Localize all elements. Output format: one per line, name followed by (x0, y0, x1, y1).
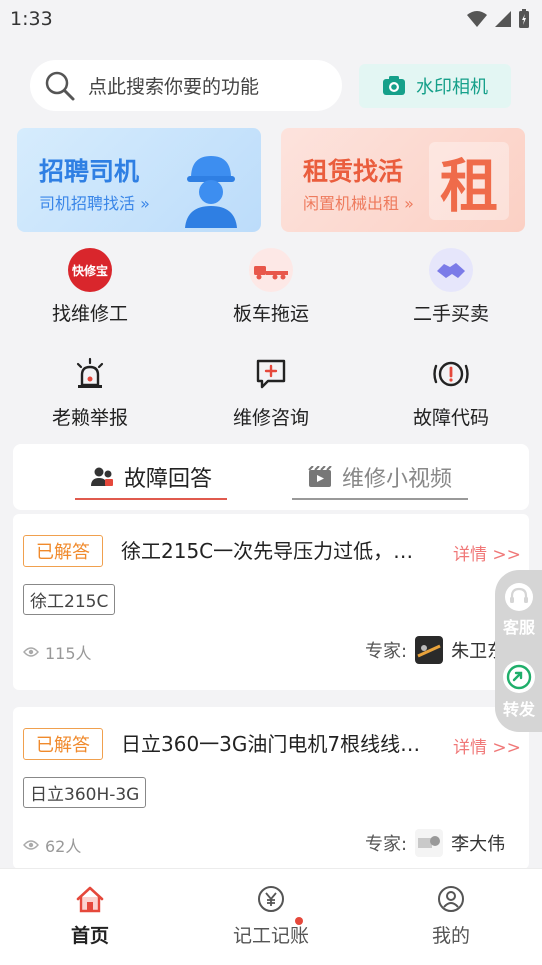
service-repair-consult[interactable]: 维修咨询 (196, 350, 346, 434)
expert-label: 专家: (365, 834, 408, 855)
tab-fault-answers[interactable]: 故障回答 (75, 456, 227, 500)
search-input[interactable]: 点此搜索你要的功能 (30, 60, 342, 111)
eye-icon (23, 840, 39, 850)
expert-label: 专家: (365, 641, 408, 662)
status-icons (466, 9, 530, 29)
watermark-camera-button[interactable]: 水印相机 (359, 64, 511, 108)
yen-coin-icon (258, 886, 284, 912)
search-placeholder: 点此搜索你要的功能 (88, 76, 260, 98)
detail-link[interactable]: 详情 >> (453, 540, 521, 565)
service-label: 找维修工 (51, 303, 128, 325)
avatar (415, 829, 444, 857)
view-count-text: 62人 (45, 837, 82, 856)
service-debtor-report[interactable]: 老赖举报 (15, 350, 165, 434)
hire-driver-banner[interactable]: 招聘司机 司机招聘找活 » (17, 128, 261, 232)
service-label: 二手买卖 (412, 303, 489, 325)
kuaixiubao-logo-icon: 快修宝 (66, 246, 114, 294)
view-count: 62人 (23, 833, 81, 857)
service-flatbed-towing[interactable]: 板车拖运 (196, 246, 346, 330)
floating-action-panel: 客服 转发 (495, 570, 542, 732)
flatbed-truck-icon (247, 246, 295, 294)
tab-home[interactable]: 首页 (30, 885, 150, 948)
search-row: 点此搜索你要的功能 水印相机 (30, 60, 514, 112)
search-icon (45, 71, 75, 100)
user-icon (438, 886, 464, 912)
rent-subtitle: 闲置机械出租 » (303, 194, 414, 213)
handshake-icon (427, 246, 475, 294)
hire-driver-subtitle: 司机招聘找活 » (39, 194, 150, 213)
headset-icon (505, 583, 533, 611)
worker-helmet-icon (185, 156, 237, 228)
answered-badge: 已解答 (23, 728, 103, 760)
rent-badge-icon: 租 (429, 142, 509, 220)
service-find-repairer[interactable]: 快修宝 找维修工 (15, 246, 165, 330)
watermark-camera-label: 水印相机 (416, 77, 488, 98)
expert-name: 李大伟 (451, 834, 506, 855)
fault-alert-icon (427, 350, 475, 398)
tab-mine[interactable]: 我的 (391, 885, 511, 948)
tab-label: 故障回答 (123, 467, 212, 492)
avatar (415, 636, 444, 664)
question-title: 徐工215C一次先导压力过低，… (121, 539, 414, 563)
question-title: 日立360一3G油门电机7根线线… (121, 732, 421, 756)
status-time: 1:33 (10, 8, 53, 30)
answered-badge: 已解答 (23, 535, 103, 567)
service-label: 故障代码 (412, 407, 489, 429)
service-second-hand[interactable]: 二手买卖 (376, 246, 526, 330)
camera-icon (383, 76, 405, 95)
alarm-light-icon (66, 350, 114, 398)
share-button[interactable]: 转发 (495, 660, 542, 720)
eye-icon (23, 647, 39, 657)
view-count: 115人 (23, 640, 92, 664)
question-card[interactable]: 已解答 徐工215C一次先导压力过低，… 详情 >> 徐工215C 115人 专… (13, 514, 529, 690)
share-icon (503, 661, 535, 693)
status-bar: 1:33 (0, 0, 542, 38)
service-label: 老赖举报 (51, 407, 128, 429)
tab-work-accounting[interactable]: 记工记账 (211, 885, 331, 948)
signal-icon (495, 11, 511, 27)
battery-icon (519, 9, 529, 28)
home-icon (76, 886, 104, 913)
expert-info: 专家: 李大伟 (365, 827, 505, 859)
expert-info: 专家: 朱卫东 (365, 634, 505, 666)
rent-title: 租赁找活 (303, 157, 404, 186)
bottom-tab-bar: 首页 记工记账 我的 (0, 868, 542, 965)
kuaixiubao-logo-text: 快修宝 (72, 263, 108, 278)
chat-plus-icon (247, 350, 295, 398)
question-card[interactable]: 已解答 日立360一3G油门电机7根线线… 详情 >> 日立360H-3G 62… (13, 707, 529, 869)
share-label: 转发 (502, 700, 535, 719)
users-icon (90, 467, 113, 486)
service-label: 维修咨询 (232, 407, 309, 429)
notification-dot (295, 917, 303, 925)
model-tag: 日立360H-3G (23, 777, 147, 808)
service-label: 板车拖运 (232, 303, 309, 325)
customer-service-label: 客服 (502, 618, 535, 637)
service-fault-code[interactable]: 故障代码 (376, 350, 526, 434)
qa-tabs: 故障回答 维修小视频 (13, 444, 529, 510)
model-tag: 徐工215C (23, 584, 116, 615)
hire-driver-title: 招聘司机 (39, 157, 140, 186)
tab-label: 维修小视频 (341, 467, 452, 492)
rent-banner[interactable]: 租赁找活 闲置机械出租 » 租 (281, 128, 525, 232)
view-count-text: 115人 (45, 644, 92, 663)
tab-label: 首页 (70, 925, 109, 947)
wifi-icon (467, 11, 487, 27)
tab-label: 我的 (431, 925, 470, 947)
tab-repair-videos[interactable]: 维修小视频 (292, 456, 468, 500)
customer-service-button[interactable]: 客服 (495, 582, 542, 638)
detail-link[interactable]: 详情 >> (453, 733, 521, 758)
tab-label: 记工记账 (232, 925, 309, 947)
video-icon (308, 466, 332, 487)
